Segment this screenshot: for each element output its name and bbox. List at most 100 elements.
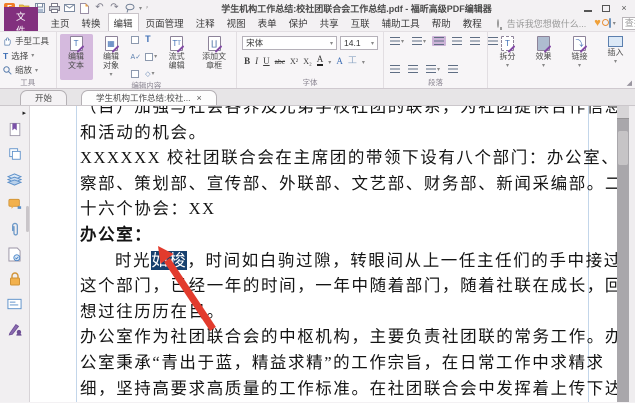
char-scale-caret-icon[interactable]: ▾ bbox=[362, 59, 365, 66]
sidebar-layers-button[interactable] bbox=[5, 169, 25, 189]
new-document-button[interactable] bbox=[79, 3, 90, 14]
selected-text[interactable]: 如梭 bbox=[151, 251, 187, 270]
tab-view[interactable]: 视图 bbox=[222, 14, 251, 32]
add-shape-icon[interactable]: ◇▾ bbox=[145, 71, 157, 78]
increase-indent-button[interactable] bbox=[406, 64, 420, 74]
sidebar-digital-sign-button[interactable] bbox=[5, 319, 25, 339]
layout-switch-icon[interactable] bbox=[565, 4, 575, 13]
decrease-indent-button[interactable] bbox=[388, 64, 402, 74]
favorite-heart-icon[interactable]: ♥ bbox=[594, 17, 601, 29]
underline-button[interactable]: U bbox=[263, 56, 270, 66]
tab-form[interactable]: 表单 bbox=[253, 14, 282, 32]
print-button[interactable] bbox=[49, 3, 60, 14]
sidebar-fields-button[interactable] bbox=[5, 294, 25, 314]
doc-line[interactable]: 公室秉承“青出于蓝，精益求精”的工作宗旨，在日常工作中求精求 bbox=[80, 350, 588, 376]
edit-text-button[interactable]: T 编辑文本 bbox=[60, 34, 93, 80]
snapshot-dropdown-caret-icon[interactable]: ▾ bbox=[613, 20, 616, 27]
font-size-select[interactable]: 14.1 ▾ bbox=[340, 36, 378, 50]
tab-document[interactable]: 学生机构工作总结:校社... × bbox=[81, 90, 217, 105]
hand-tool-button[interactable]: 手型工具 bbox=[3, 35, 53, 47]
lasso-dropdown-caret-icon[interactable]: ▾ bbox=[139, 5, 142, 12]
minimize-button[interactable] bbox=[583, 4, 593, 13]
align-left-button[interactable] bbox=[432, 36, 446, 46]
zoom-tool-button[interactable]: 缩放 ▾ bbox=[3, 64, 53, 76]
maximize-button[interactable] bbox=[601, 4, 611, 13]
doc-line-with-selection[interactable]: 时光如梭，时间如白驹过隙，转眼间从上一任主任们的手中接过 bbox=[80, 248, 588, 274]
audio-page-icon[interactable] bbox=[131, 36, 142, 44]
edit-object-button[interactable]: ▦ 编辑对象 ▾ bbox=[95, 34, 128, 80]
vertical-scrollbar[interactable] bbox=[617, 106, 629, 402]
align-center-button[interactable] bbox=[450, 36, 464, 46]
tab-help[interactable]: 帮助 bbox=[427, 14, 456, 32]
tab-comment[interactable]: 注释 bbox=[191, 14, 220, 32]
subscript-button[interactable]: X₂ bbox=[303, 57, 312, 66]
doc-line[interactable]: 和活动的机会。 bbox=[80, 120, 588, 146]
align-right-button[interactable] bbox=[468, 36, 482, 46]
font-color-button[interactable]: A bbox=[317, 54, 324, 66]
close-window-button[interactable]: × bbox=[619, 4, 629, 13]
sidebar-pages-button[interactable] bbox=[5, 144, 25, 164]
close-tab-icon[interactable]: × bbox=[196, 93, 201, 103]
tab-edit[interactable]: 编辑 bbox=[108, 13, 139, 33]
doc-line[interactable]: XXXXXX 校社团联合会在主席团的带领下设有八个部门：办公室、监 bbox=[80, 145, 588, 171]
font-color-caret-icon[interactable]: ▾ bbox=[328, 59, 331, 66]
char-spacing-button[interactable]: A bbox=[336, 56, 343, 66]
sidebar-collapse-icon[interactable]: ▸ bbox=[22, 109, 26, 119]
spellcheck-icon[interactable]: A✓ bbox=[131, 54, 142, 61]
email-button[interactable] bbox=[64, 3, 75, 14]
tab-home[interactable]: 主页 bbox=[46, 14, 75, 32]
ribbon-resize-icon[interactable]: ◢ bbox=[627, 79, 632, 87]
add-article-box-button[interactable]: ∐ 添加文章框 bbox=[195, 34, 233, 80]
tab-connect[interactable]: 互联 bbox=[346, 14, 375, 32]
link-button[interactable]: ⤵ 链接 ▾ bbox=[563, 34, 596, 77]
bullet-list-button[interactable]: ▾ bbox=[388, 36, 406, 46]
tab-accessibility[interactable]: 辅助工具 bbox=[377, 14, 425, 32]
tab-protect[interactable]: 保护 bbox=[284, 14, 313, 32]
doc-heading[interactable]: 办公室： bbox=[80, 222, 588, 248]
tab-convert[interactable]: 转换 bbox=[77, 14, 106, 32]
document-canvas[interactable]: （目）加强与社会各界及兄弟学校社团的联系，为社团提供合作信息 和活动的机会。 X… bbox=[30, 106, 617, 402]
sidebar-bookmarks-button[interactable] bbox=[5, 119, 25, 139]
tab-tutorial[interactable]: 教程 bbox=[458, 14, 487, 32]
scrollbar-thumb[interactable] bbox=[618, 131, 628, 165]
doc-line[interactable]: 察部、策划部、宣传部、外联部、文艺部、财务部、新闻采编部。二 bbox=[80, 171, 588, 197]
doc-line[interactable]: （目）加强与社会各界及兄弟学校社团的联系，为社团提供合作信息 bbox=[80, 106, 588, 120]
select-tool-button[interactable]: T 选择 ▾ bbox=[3, 50, 53, 62]
insert-button[interactable]: 插入 ▾ bbox=[599, 34, 632, 77]
search-input[interactable] bbox=[625, 18, 635, 28]
sidebar-resize-grip[interactable] bbox=[26, 206, 29, 232]
font-family-select[interactable]: 宋体 ▾ bbox=[242, 36, 337, 50]
bold-button[interactable]: B bbox=[244, 56, 250, 66]
numbered-list-button[interactable]: ▾ bbox=[410, 36, 428, 46]
char-scale-button[interactable]: 工 bbox=[348, 53, 357, 66]
doc-line[interactable]: 办公室作为社团联合会的中枢机构，主要负责社团联的常务工作。办 bbox=[80, 324, 588, 350]
sidebar-attachments-button[interactable] bbox=[5, 219, 25, 239]
scrollbar-top-button[interactable] bbox=[617, 106, 629, 119]
doc-line[interactable]: 这个部门，已经一年的时间，一年中随着部门，随着社联在成长，回 bbox=[80, 273, 588, 299]
sidebar-comments-button[interactable] bbox=[5, 194, 25, 214]
superscript-button[interactable]: X² bbox=[290, 57, 298, 66]
doc-line[interactable]: 想过往历历在目。 bbox=[80, 299, 588, 325]
strikethrough-button[interactable]: abc bbox=[275, 57, 285, 66]
add-image-icon[interactable]: ▾ bbox=[145, 53, 157, 61]
undo-button[interactable]: ↶ bbox=[94, 3, 105, 14]
add-text-icon[interactable]: T bbox=[145, 36, 157, 43]
sidebar-security-button[interactable] bbox=[5, 269, 25, 289]
italic-button[interactable]: I bbox=[255, 56, 258, 66]
sidebar-signatures-button[interactable] bbox=[5, 244, 25, 264]
tab-start-page[interactable]: 开始 bbox=[20, 90, 67, 105]
lasso-tool-button[interactable] bbox=[124, 3, 135, 14]
effect-button[interactable]: 效果 ▾ bbox=[527, 34, 560, 77]
redo-button[interactable]: ↷ bbox=[109, 3, 120, 14]
page-properties-icon[interactable] bbox=[131, 70, 142, 78]
reflow-edit-button[interactable]: TT 流式编辑 bbox=[160, 34, 193, 80]
doc-line[interactable]: 左右联系的枢纽作用，负责主席团、各部门和各协会之间交流沟通， bbox=[80, 401, 588, 402]
tab-share[interactable]: 共享 bbox=[315, 14, 344, 32]
split-button[interactable]: T 拆分 ▾ bbox=[491, 34, 524, 77]
tell-me-assistant[interactable]: 告诉我您想做什么... bbox=[507, 17, 587, 30]
doc-line[interactable]: 十六个协会：XX bbox=[80, 196, 588, 222]
tab-page-organize[interactable]: 页面管理 bbox=[141, 14, 189, 32]
line-spacing-button[interactable]: ▾ bbox=[424, 64, 442, 74]
paragraph-spacing-button[interactable] bbox=[446, 64, 460, 74]
doc-line[interactable]: 细，坚持高要求高质量的工作标准。在社团联合会中发挥着上传下达， bbox=[80, 376, 588, 402]
